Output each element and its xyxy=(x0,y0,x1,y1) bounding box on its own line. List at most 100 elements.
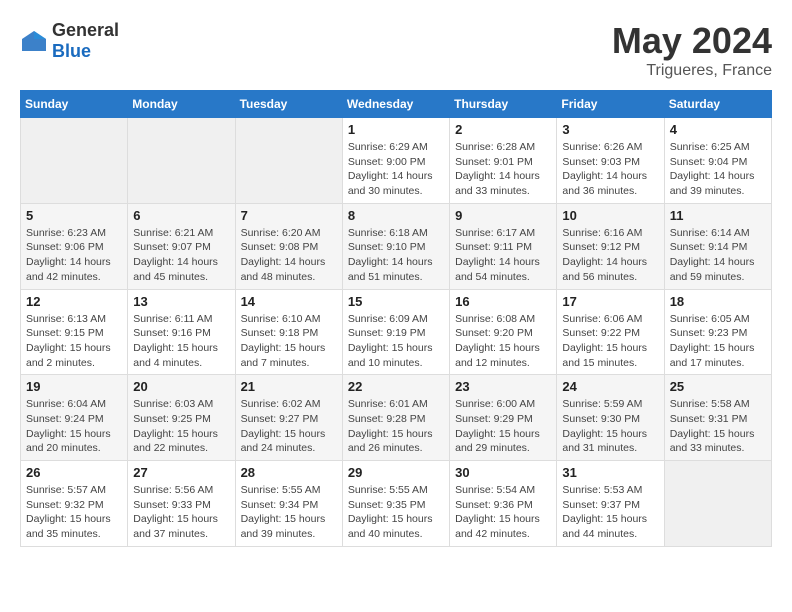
calendar-cell: 7 Sunrise: 6:20 AMSunset: 9:08 PMDaylight… xyxy=(235,203,342,289)
day-number: 30 xyxy=(455,465,551,480)
day-number: 7 xyxy=(241,208,337,223)
calendar-cell: 12 Sunrise: 6:13 AMSunset: 9:15 PMDayligh… xyxy=(21,289,128,375)
calendar-cell: 11Sunrise: 6:14 AMSunset: 9:14 PMDayligh… xyxy=(664,203,771,289)
calendar-cell xyxy=(664,461,771,547)
calendar-cell: 22 Sunrise: 6:01 AMSunset: 9:28 PMDayligh… xyxy=(342,375,449,461)
day-info: Sunrise: 5:58 AMSunset: 9:31 PMDaylight:… xyxy=(670,397,766,456)
day-info: Sunrise: 6:08 AMSunset: 9:20 PMDaylight:… xyxy=(455,312,551,371)
calendar-cell xyxy=(128,118,235,204)
header-day-wednesday: Wednesday xyxy=(342,91,449,118)
day-number: 18 xyxy=(670,294,766,309)
day-info: Sunrise: 6:00 AMSunset: 9:29 PMDaylight:… xyxy=(455,397,551,456)
day-info: Sunrise: 6:03 AMSunset: 9:25 PMDaylight:… xyxy=(133,397,229,456)
calendar-cell: 10 Sunrise: 6:16 AMSunset: 9:12 PMDayligh… xyxy=(557,203,664,289)
header-day-friday: Friday xyxy=(557,91,664,118)
day-info: Sunrise: 6:21 AMSunset: 9:07 PMDaylight:… xyxy=(133,226,229,285)
day-number: 9 xyxy=(455,208,551,223)
calendar-cell: 3Sunrise: 6:26 AMSunset: 9:03 PMDaylight… xyxy=(557,118,664,204)
day-number: 24 xyxy=(562,379,658,394)
day-number: 13 xyxy=(133,294,229,309)
calendar-cell: 16 Sunrise: 6:08 AMSunset: 9:20 PMDayligh… xyxy=(450,289,557,375)
calendar-cell: 2Sunrise: 6:28 AMSunset: 9:01 PMDaylight… xyxy=(450,118,557,204)
calendar-cell: 5Sunrise: 6:23 AMSunset: 9:06 PMDaylight… xyxy=(21,203,128,289)
day-number: 5 xyxy=(26,208,122,223)
day-info: Sunrise: 5:59 AMSunset: 9:30 PMDaylight:… xyxy=(562,397,658,456)
day-info: Sunrise: 6:20 AMSunset: 9:08 PMDaylight:… xyxy=(241,226,337,285)
day-number: 22 xyxy=(348,379,444,394)
day-number: 6 xyxy=(133,208,229,223)
day-info: Sunrise: 5:53 AMSunset: 9:37 PMDaylight:… xyxy=(562,483,658,542)
day-number: 12 xyxy=(26,294,122,309)
week-row-1: 1 Sunrise: 6:29 AMSunset: 9:00 PMDaylight… xyxy=(21,118,772,204)
calendar-cell: 24 Sunrise: 5:59 AMSunset: 9:30 PMDayligh… xyxy=(557,375,664,461)
day-info: Sunrise: 6:29 AMSunset: 9:00 PMDaylight:… xyxy=(348,140,444,199)
day-info: Sunrise: 6:01 AMSunset: 9:28 PMDaylight:… xyxy=(348,397,444,456)
calendar-cell: 1 Sunrise: 6:29 AMSunset: 9:00 PMDaylight… xyxy=(342,118,449,204)
day-number: 23 xyxy=(455,379,551,394)
calendar-cell: 14Sunrise: 6:10 AMSunset: 9:18 PMDayligh… xyxy=(235,289,342,375)
calendar-cell: 21Sunrise: 6:02 AMSunset: 9:27 PMDayligh… xyxy=(235,375,342,461)
calendar-cell: 18 Sunrise: 6:05 AMSunset: 9:23 PMDayligh… xyxy=(664,289,771,375)
day-number: 25 xyxy=(670,379,766,394)
calendar-cell: 23 Sunrise: 6:00 AMSunset: 9:29 PMDayligh… xyxy=(450,375,557,461)
logo-general: General xyxy=(52,20,119,40)
day-info: Sunrise: 6:06 AMSunset: 9:22 PMDaylight:… xyxy=(562,312,658,371)
header-day-monday: Monday xyxy=(128,91,235,118)
header-day-thursday: Thursday xyxy=(450,91,557,118)
day-number: 19 xyxy=(26,379,122,394)
day-number: 16 xyxy=(455,294,551,309)
calendar-cell: 29 Sunrise: 5:55 AMSunset: 9:35 PMDayligh… xyxy=(342,461,449,547)
day-info: Sunrise: 6:02 AMSunset: 9:27 PMDaylight:… xyxy=(241,397,337,456)
main-title: May 2024 xyxy=(612,20,772,62)
day-number: 15 xyxy=(348,294,444,309)
calendar-cell xyxy=(21,118,128,204)
day-number: 27 xyxy=(133,465,229,480)
day-number: 28 xyxy=(241,465,337,480)
day-info: Sunrise: 5:57 AMSunset: 9:32 PMDaylight:… xyxy=(26,483,122,542)
day-info: Sunrise: 6:16 AMSunset: 9:12 PMDaylight:… xyxy=(562,226,658,285)
calendar-table: SundayMondayTuesdayWednesdayThursdayFrid… xyxy=(20,90,772,547)
day-number: 29 xyxy=(348,465,444,480)
calendar-cell: 25 Sunrise: 5:58 AMSunset: 9:31 PMDayligh… xyxy=(664,375,771,461)
day-number: 1 xyxy=(348,122,444,137)
title-block: May 2024 Trigueres, France xyxy=(612,20,772,80)
header-day-sunday: Sunday xyxy=(21,91,128,118)
day-info: Sunrise: 6:09 AMSunset: 9:19 PMDaylight:… xyxy=(348,312,444,371)
day-info: Sunrise: 5:54 AMSunset: 9:36 PMDaylight:… xyxy=(455,483,551,542)
day-info: Sunrise: 5:55 AMSunset: 9:34 PMDaylight:… xyxy=(241,483,337,542)
logo-blue: Blue xyxy=(52,41,91,61)
week-row-5: 26Sunrise: 5:57 AMSunset: 9:32 PMDayligh… xyxy=(21,461,772,547)
calendar-cell: 31 Sunrise: 5:53 AMSunset: 9:37 PMDayligh… xyxy=(557,461,664,547)
day-number: 10 xyxy=(562,208,658,223)
day-info: Sunrise: 5:55 AMSunset: 9:35 PMDaylight:… xyxy=(348,483,444,542)
logo-text: General Blue xyxy=(52,20,119,62)
calendar-cell: 6 Sunrise: 6:21 AMSunset: 9:07 PMDaylight… xyxy=(128,203,235,289)
calendar-cell: 13Sunrise: 6:11 AMSunset: 9:16 PMDayligh… xyxy=(128,289,235,375)
day-info: Sunrise: 6:17 AMSunset: 9:11 PMDaylight:… xyxy=(455,226,551,285)
calendar-cell: 26Sunrise: 5:57 AMSunset: 9:32 PMDayligh… xyxy=(21,461,128,547)
day-info: Sunrise: 6:04 AMSunset: 9:24 PMDaylight:… xyxy=(26,397,122,456)
day-number: 20 xyxy=(133,379,229,394)
day-info: Sunrise: 6:25 AMSunset: 9:04 PMDaylight:… xyxy=(670,140,766,199)
day-info: Sunrise: 6:13 AMSunset: 9:15 PMDaylight:… xyxy=(26,312,122,371)
day-info: Sunrise: 6:14 AMSunset: 9:14 PMDaylight:… xyxy=(670,226,766,285)
calendar-cell: 4Sunrise: 6:25 AMSunset: 9:04 PMDaylight… xyxy=(664,118,771,204)
page-header: General Blue May 2024 Trigueres, France xyxy=(20,20,772,80)
day-number: 3 xyxy=(562,122,658,137)
day-info: Sunrise: 5:56 AMSunset: 9:33 PMDaylight:… xyxy=(133,483,229,542)
day-number: 31 xyxy=(562,465,658,480)
subtitle: Trigueres, France xyxy=(612,62,772,80)
calendar-cell: 9 Sunrise: 6:17 AMSunset: 9:11 PMDaylight… xyxy=(450,203,557,289)
header-row: SundayMondayTuesdayWednesdayThursdayFrid… xyxy=(21,91,772,118)
day-number: 8 xyxy=(348,208,444,223)
calendar-cell: 27 Sunrise: 5:56 AMSunset: 9:33 PMDayligh… xyxy=(128,461,235,547)
calendar-cell: 19 Sunrise: 6:04 AMSunset: 9:24 PMDayligh… xyxy=(21,375,128,461)
logo-icon xyxy=(20,29,48,53)
day-number: 17 xyxy=(562,294,658,309)
calendar-cell: 30 Sunrise: 5:54 AMSunset: 9:36 PMDayligh… xyxy=(450,461,557,547)
day-info: Sunrise: 6:28 AMSunset: 9:01 PMDaylight:… xyxy=(455,140,551,199)
day-info: Sunrise: 6:05 AMSunset: 9:23 PMDaylight:… xyxy=(670,312,766,371)
day-number: 14 xyxy=(241,294,337,309)
calendar-cell: 15 Sunrise: 6:09 AMSunset: 9:19 PMDayligh… xyxy=(342,289,449,375)
day-info: Sunrise: 6:18 AMSunset: 9:10 PMDaylight:… xyxy=(348,226,444,285)
